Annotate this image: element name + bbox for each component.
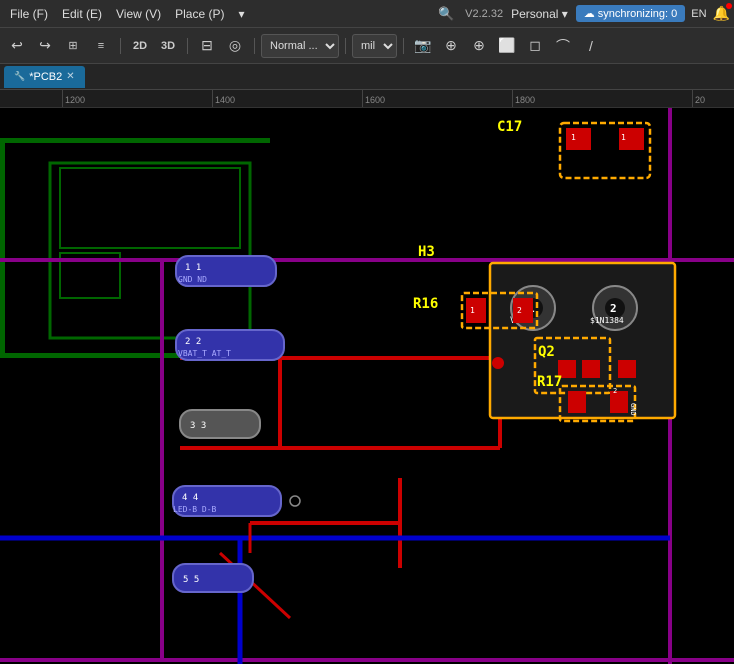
svg-text:GND ND: GND ND bbox=[178, 275, 207, 284]
horizontal-ruler: 1200 1400 1600 1800 20 bbox=[0, 90, 734, 108]
ruler-mark-1800: 1800 bbox=[512, 90, 535, 107]
ruler-mark-1400: 1400 bbox=[212, 90, 235, 107]
svg-text:2: 2 bbox=[517, 306, 522, 315]
menubar: File (F) Edit (E) View (V) Place (P) ▾ 🔍… bbox=[0, 0, 734, 28]
version-label: V2.2.32 bbox=[465, 8, 503, 20]
svg-text:R17: R17 bbox=[537, 374, 562, 390]
mirror-button[interactable]: ◎ bbox=[222, 33, 248, 59]
language-selector[interactable]: EN bbox=[687, 6, 710, 22]
search-icon[interactable]: 🔍 bbox=[433, 1, 459, 27]
toolbar: ↩ ↪ ⊞ ≡ 2D 3D ⊟ ◎ Normal ... mil 📷 ⊕ ⊕ ⬜… bbox=[0, 28, 734, 64]
svg-text:R16: R16 bbox=[413, 296, 438, 312]
svg-text:2 2: 2 2 bbox=[185, 337, 201, 347]
svg-text:2: 2 bbox=[613, 387, 617, 395]
line-button[interactable]: / bbox=[578, 33, 604, 59]
pcb-svg-overlay: 1 1 1 2 VBAT $1N1384 1 2 bbox=[0, 108, 734, 664]
menu-file[interactable]: File (F) bbox=[4, 5, 54, 23]
2d-button[interactable]: 2D bbox=[127, 33, 153, 59]
separator-1 bbox=[120, 38, 121, 54]
separator-5 bbox=[403, 38, 404, 54]
flip-button[interactable]: ⊟ bbox=[194, 33, 220, 59]
units-select[interactable]: mil bbox=[352, 34, 397, 58]
svg-text:$1N1384: $1N1384 bbox=[590, 316, 624, 325]
tabbar: 🔧 *PCB2 ✕ bbox=[0, 64, 734, 90]
separator-2 bbox=[187, 38, 188, 54]
svg-text:1: 1 bbox=[621, 133, 626, 142]
svg-text:4 4: 4 4 bbox=[182, 493, 198, 503]
undo-button[interactable]: ↩ bbox=[4, 33, 30, 59]
svg-text:GND: GND bbox=[629, 403, 637, 416]
menu-place[interactable]: Place (P) bbox=[169, 5, 230, 23]
ruler-mark-1200: 1200 bbox=[62, 90, 85, 107]
zone-button[interactable]: ◻ bbox=[522, 33, 548, 59]
personal-menu[interactable]: Personal ▾ bbox=[505, 5, 574, 23]
sync-button[interactable]: ☁ synchronizing: 0 bbox=[576, 5, 686, 22]
target-button[interactable]: ⊕ bbox=[438, 33, 464, 59]
redo-button[interactable]: ↪ bbox=[32, 33, 58, 59]
menu-view[interactable]: View (V) bbox=[110, 5, 167, 23]
svg-text:1: 1 bbox=[470, 306, 475, 315]
photo-button[interactable]: 📷 bbox=[410, 33, 436, 59]
pcb-tab[interactable]: 🔧 *PCB2 ✕ bbox=[4, 66, 85, 88]
tab-label: *PCB2 bbox=[29, 71, 62, 83]
notification-icon[interactable]: 🔔 bbox=[713, 5, 730, 22]
svg-text:1 1: 1 1 bbox=[185, 263, 201, 273]
route-button[interactable]: ⊕ bbox=[466, 33, 492, 59]
ratsnest-button[interactable]: ≡ bbox=[88, 33, 114, 59]
menu-more[interactable]: ▾ bbox=[233, 5, 251, 23]
svg-text:3 3: 3 3 bbox=[190, 421, 206, 431]
svg-text:H3: H3 bbox=[418, 244, 435, 260]
svg-text:5 5: 5 5 bbox=[183, 575, 199, 585]
separator-3 bbox=[254, 38, 255, 54]
svg-text:LED-B D-B: LED-B D-B bbox=[173, 505, 217, 514]
drc-button[interactable]: ⬜ bbox=[494, 33, 520, 59]
ruler-mark-1600: 1600 bbox=[362, 90, 385, 107]
view-mode-select[interactable]: Normal ... bbox=[261, 34, 339, 58]
tab-close-button[interactable]: ✕ bbox=[66, 71, 74, 82]
svg-text:1: 1 bbox=[571, 133, 576, 142]
svg-text:C17: C17 bbox=[497, 119, 522, 135]
menu-edit[interactable]: Edit (E) bbox=[56, 5, 108, 23]
svg-text:Q2: Q2 bbox=[538, 344, 555, 360]
3d-button[interactable]: 3D bbox=[155, 33, 181, 59]
pcb-canvas-area[interactable]: 1 1 1 2 VBAT $1N1384 1 2 bbox=[0, 108, 734, 664]
grid-button[interactable]: ⊞ bbox=[60, 33, 86, 59]
arc-button[interactable]: ⌒ bbox=[550, 33, 576, 59]
tab-icon: 🔧 bbox=[14, 71, 25, 82]
svg-text:VBAT_T AT_T: VBAT_T AT_T bbox=[178, 349, 231, 358]
ruler-mark-20: 20 bbox=[692, 90, 705, 107]
svg-text:2: 2 bbox=[610, 302, 617, 315]
separator-4 bbox=[345, 38, 346, 54]
